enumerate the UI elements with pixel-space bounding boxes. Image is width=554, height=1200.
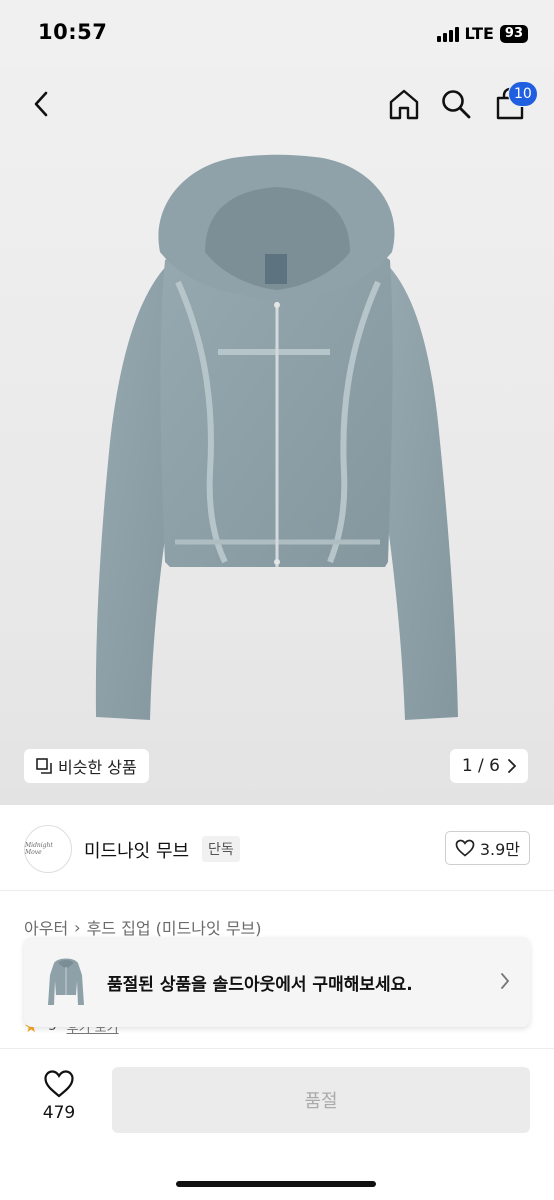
- status-indicators: LTE 93: [436, 24, 528, 43]
- category-outer[interactable]: 아우터: [24, 915, 68, 939]
- image-page-indicator[interactable]: 1 / 6: [449, 749, 528, 783]
- cart-count-badge: 10: [508, 81, 538, 107]
- chevron-right-icon: [508, 759, 516, 773]
- similar-products-label: 비슷한 상품: [58, 758, 137, 777]
- brand-row: Midnight Move 미드나잇 무브 단독 3.9만: [0, 805, 554, 891]
- heart-icon: [44, 1070, 74, 1098]
- soldout-button: 품절: [112, 1067, 530, 1133]
- top-nav-bar: 10: [0, 68, 554, 142]
- chevron-right-icon: [501, 973, 510, 989]
- product-photo: [95, 154, 458, 720]
- heart-icon: [455, 839, 475, 857]
- status-time: 10:57: [38, 20, 108, 44]
- bottom-purchase-bar: 479 품절: [0, 1048, 554, 1200]
- exclusive-badge: 단독: [202, 836, 240, 862]
- page-indicator-text: 1 / 6: [461, 756, 500, 776]
- network-label: LTE: [464, 24, 494, 43]
- soldout-market-banner[interactable]: 품절된 상품을 솔드아웃에서 구매해보세요.: [24, 937, 530, 1027]
- home-icon: [389, 89, 419, 120]
- product-like-count: 479: [42, 1103, 76, 1123]
- battery-icon: 93: [499, 24, 528, 43]
- similar-products-button[interactable]: 비슷한 상품: [24, 749, 149, 783]
- status-bar: 10:57 LTE 93: [0, 0, 554, 68]
- cart-button[interactable]: 10: [490, 81, 538, 124]
- copy-icon: [36, 758, 52, 774]
- search-button[interactable]: [436, 84, 476, 124]
- brand-like-count: 3.9만: [479, 840, 520, 859]
- search-icon: [442, 90, 471, 119]
- product-thumbnail: [48, 958, 84, 1005]
- back-button[interactable]: [22, 84, 62, 124]
- breadcrumb-separator: ›: [74, 917, 81, 937]
- signal-icon: [436, 26, 459, 42]
- home-button[interactable]: [384, 84, 424, 124]
- brand-logo[interactable]: Midnight Move: [24, 825, 72, 873]
- soldout-banner-text: 품절된 상품을 솔드아웃에서 구매해보세요.: [107, 975, 413, 995]
- brand-name[interactable]: 미드나잇 무브: [84, 837, 189, 863]
- category-hood-zipup[interactable]: 후드 집업 (미드나잇 무브): [87, 915, 262, 939]
- home-indicator[interactable]: [176, 1181, 376, 1187]
- product-like-button[interactable]: 479: [28, 1069, 90, 1153]
- product-image-carousel[interactable]: 비슷한 상품 1 / 6: [0, 142, 554, 805]
- brand-like-button[interactable]: 3.9만: [444, 831, 530, 865]
- chevron-left-icon: [34, 91, 48, 117]
- category-breadcrumb: 아우터 › 후드 집업 (미드나잇 무브): [24, 915, 262, 939]
